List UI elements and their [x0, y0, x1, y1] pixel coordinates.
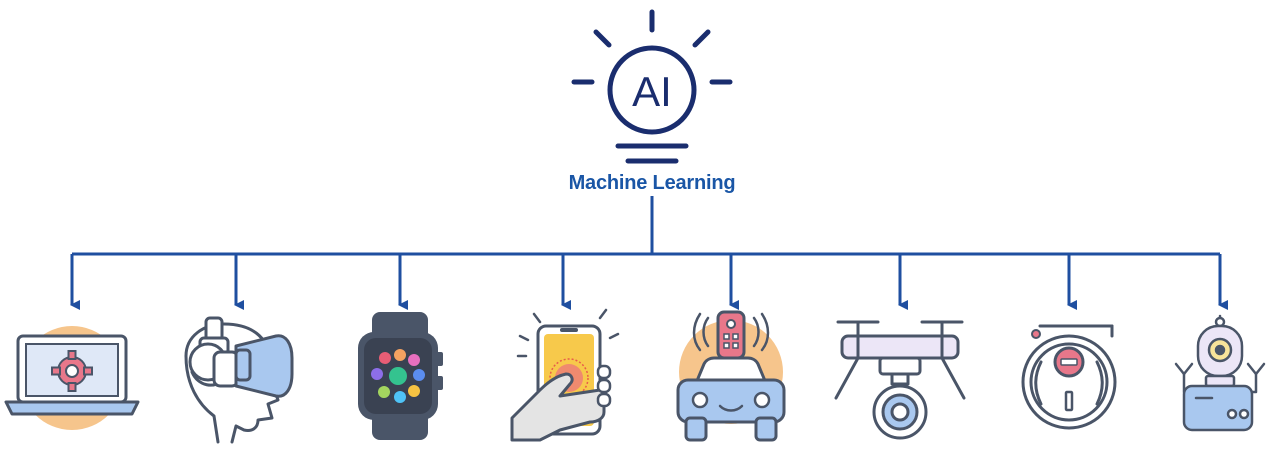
smartphone-touch-icon	[510, 308, 620, 442]
camera-drone-icon	[834, 320, 966, 440]
bulb-ray-top-left	[593, 29, 612, 48]
ml-diagram: AI Machine Learning	[0, 0, 1280, 465]
bulb-ray-top-right	[692, 29, 711, 48]
robot-vacuum-icon	[1021, 324, 1117, 430]
vr-headset-icon	[184, 316, 294, 444]
remote-controlled-car-icon	[676, 310, 786, 442]
smartwatch-icon	[358, 312, 443, 440]
bulb-label: AI	[632, 68, 672, 115]
diagram-canvas: AI	[4, 9, 1266, 444]
ai-lightbulb-icon: AI	[571, 9, 733, 164]
diagram-title: Machine Learning	[568, 172, 736, 194]
laptop-gear-icon	[4, 326, 140, 430]
robot-icon	[1174, 314, 1266, 432]
connector-tree	[70, 196, 1228, 310]
